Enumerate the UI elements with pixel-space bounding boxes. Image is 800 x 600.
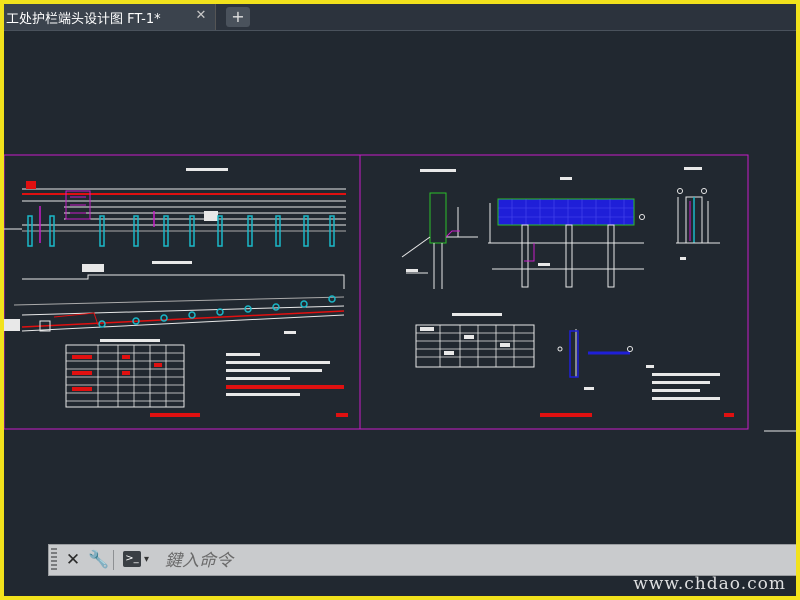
right-sheet-title-bar [540,413,592,417]
close-icon[interactable]: ✕ [193,8,209,24]
guardrail-plan-view [4,261,345,332]
end-terminal-side-view [676,167,720,260]
right-drawing-sheet[interactable] [359,154,749,430]
toolbar-divider [113,550,114,570]
drawing-canvas[interactable] [4,31,796,571]
right-sheet-notes [646,365,720,400]
guardrail-elevation-view [4,168,346,232]
file-tab-bar: 工处护栏端头设计图 FT-1* ✕ + [4,4,796,31]
left-sheet-notes [226,353,344,396]
file-tab-active[interactable]: 工处护栏端头设计图 FT-1* ✕ [4,4,216,30]
file-tab-label: 工处护栏端头设计图 FT-1* [6,11,161,27]
chevron-down-icon[interactable]: ▾ [144,549,149,571]
command-prompt-icon[interactable]: >_ [123,551,141,567]
left-sheet-title-bar [150,413,200,417]
material-table [415,313,535,368]
watermark: www.chdao.com [633,574,786,594]
command-line-bar: ✕ 🔧 >_ ▾ [48,544,796,576]
quantity-table [65,339,185,408]
cross-section-detail [401,169,478,289]
anchor-detail [557,329,633,390]
wrench-icon[interactable]: 🔧 [87,549,111,571]
drag-handle-icon[interactable] [51,548,57,572]
close-command-line-button[interactable]: ✕ [61,549,85,571]
left-drawing-sheet[interactable] [4,154,361,430]
new-tab-button[interactable]: + [226,7,250,27]
command-input[interactable] [163,548,767,574]
app-window: 工处护栏端头设计图 FT-1* ✕ + ✕ 🔧 >_ ▾ 鍵入命令 www.ch… [4,4,796,596]
end-terminal-elevation [488,177,645,288]
